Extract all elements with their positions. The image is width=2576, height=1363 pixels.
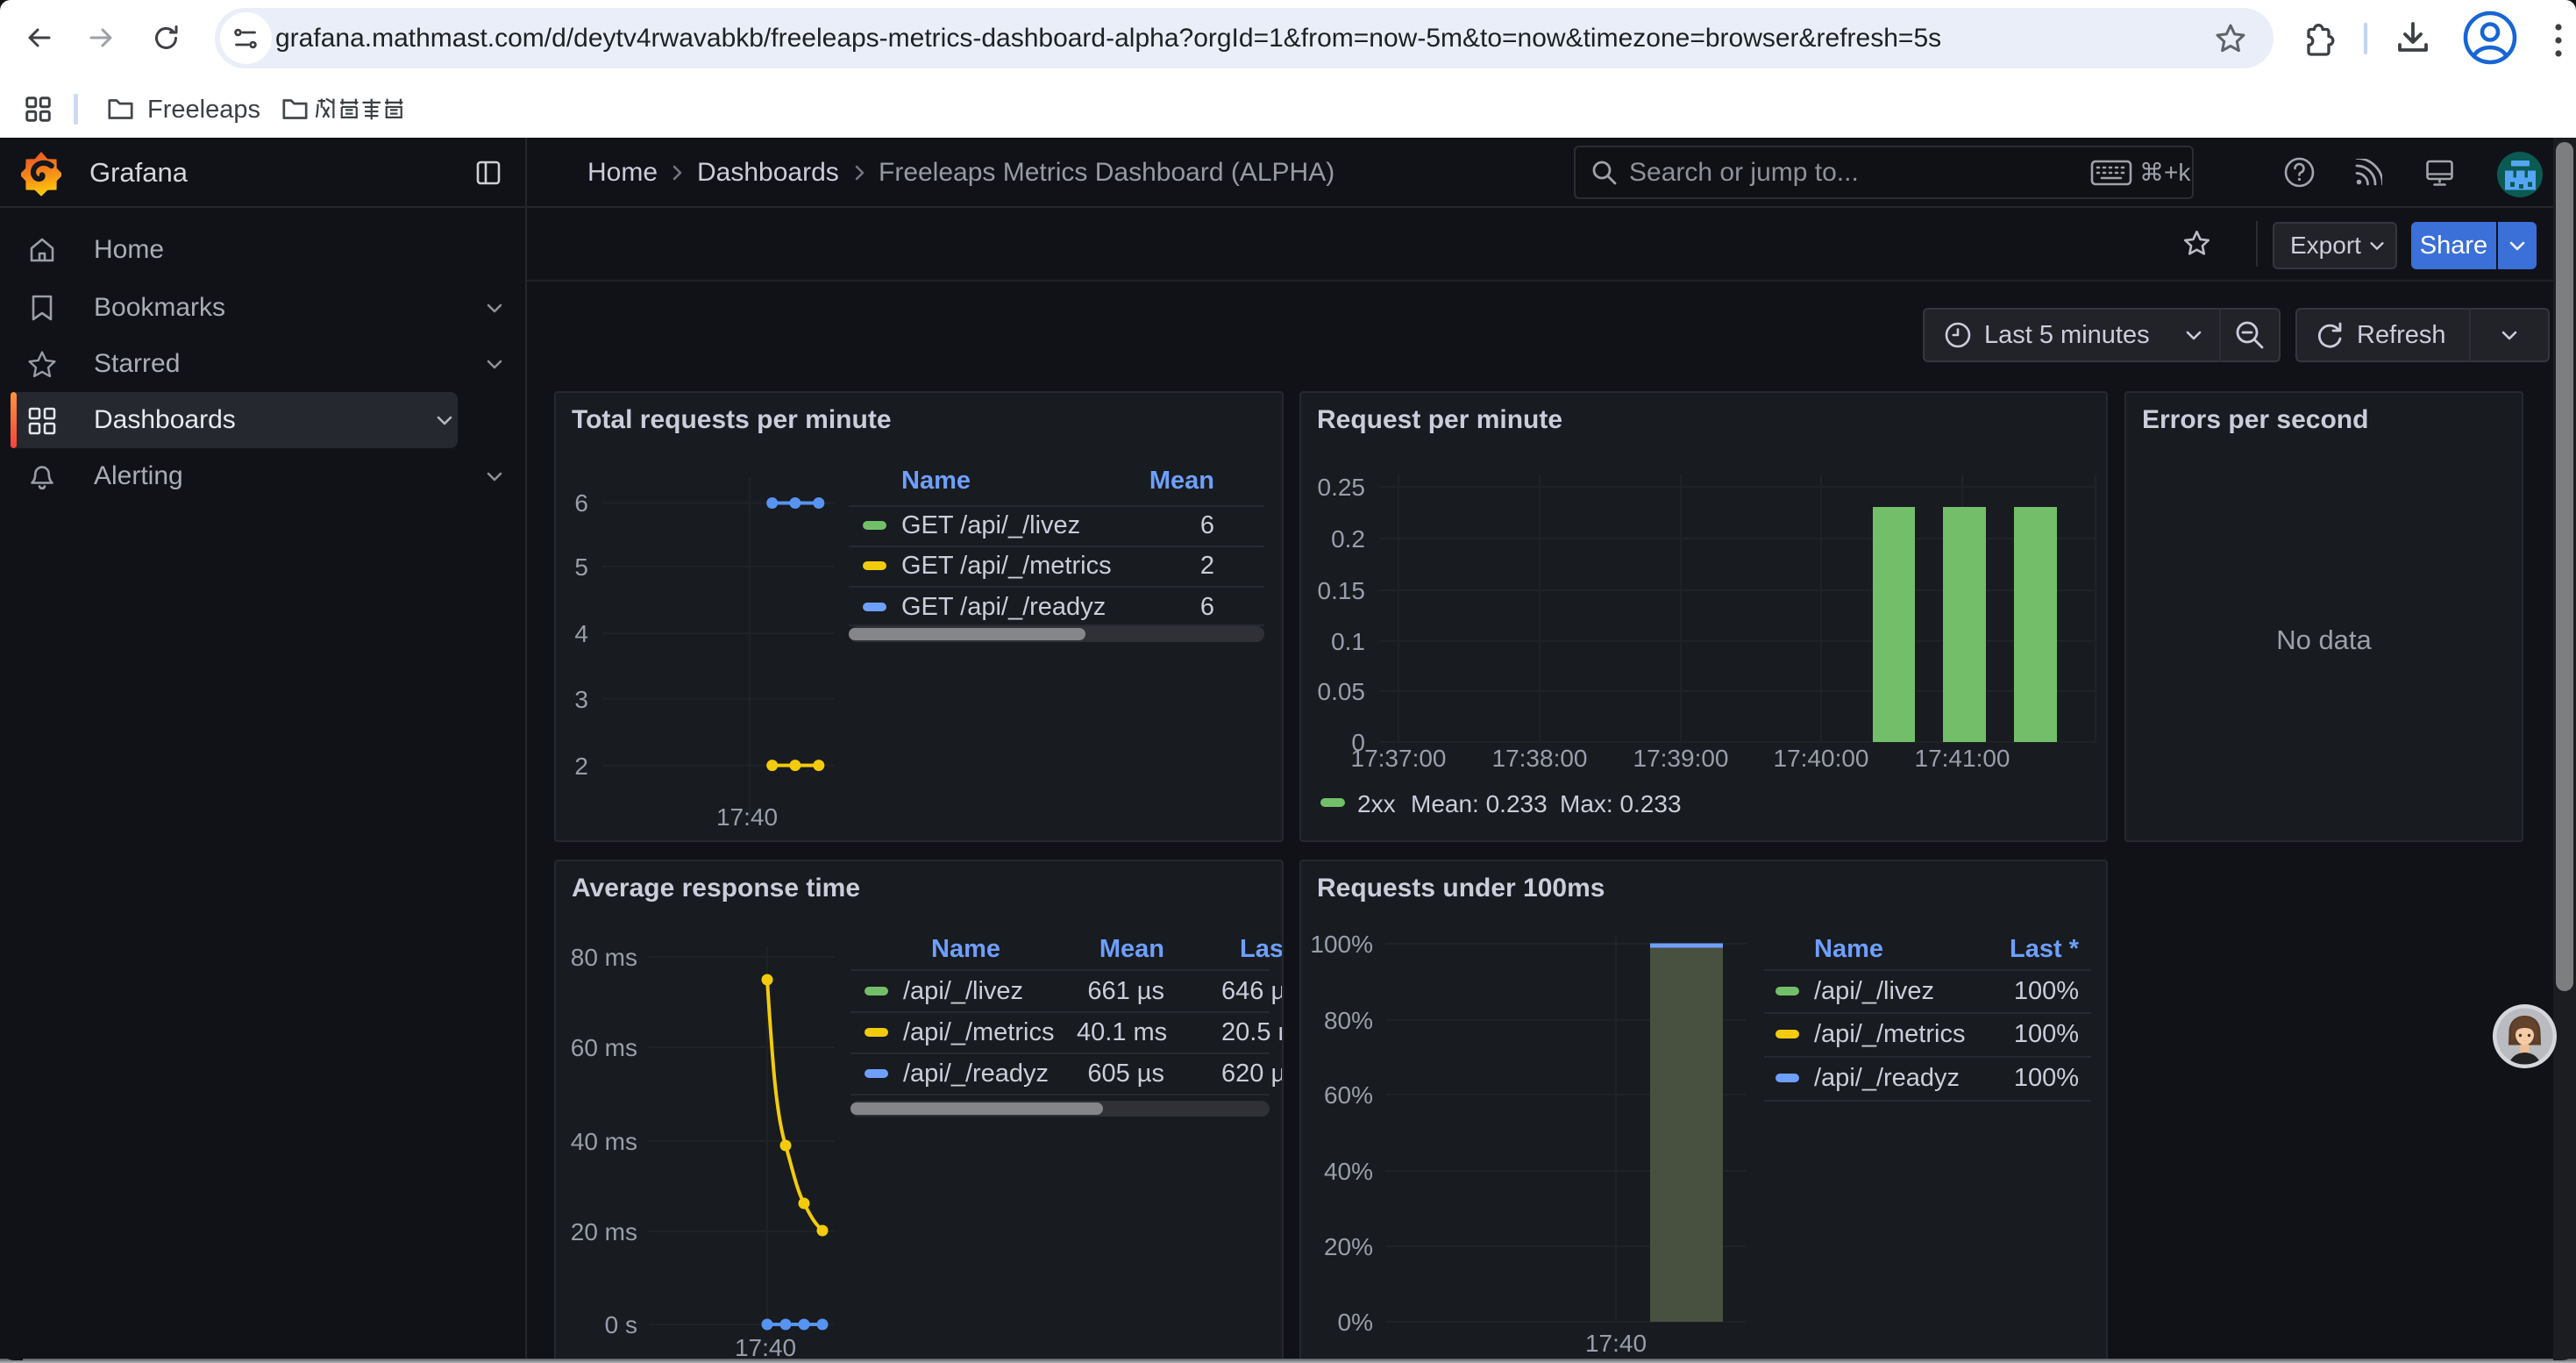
svg-text:17:39:00: 17:39:00	[1633, 745, 1729, 772]
svg-text:17:38:00: 17:38:00	[1492, 745, 1588, 772]
svg-text:2: 2	[574, 753, 588, 780]
svg-text:5: 5	[574, 553, 588, 581]
svg-text:0.05: 0.05	[1318, 678, 1366, 705]
svg-text:Mean: 0.233: Mean: 0.233	[1411, 790, 1548, 817]
svg-text:0.25: 0.25	[1318, 474, 1366, 501]
svg-text:17:40:00: 17:40:00	[1774, 745, 1869, 772]
svg-text:4: 4	[574, 620, 588, 647]
svg-text:0.2: 0.2	[1331, 525, 1365, 553]
svg-text:20 ms: 20 ms	[571, 1218, 637, 1245]
svg-text:0.1: 0.1	[1331, 628, 1365, 655]
svg-text:3: 3	[574, 686, 588, 713]
svg-text:20%: 20%	[1324, 1233, 1373, 1260]
svg-text:60 ms: 60 ms	[571, 1034, 637, 1061]
svg-text:40 ms: 40 ms	[571, 1128, 637, 1155]
svg-text:100%: 100%	[1310, 931, 1373, 958]
svg-text:0 s: 0 s	[605, 1311, 637, 1338]
svg-text:0%: 0%	[1338, 1309, 1373, 1336]
svg-text:80%: 80%	[1324, 1007, 1373, 1034]
svg-text:6: 6	[574, 489, 588, 517]
svg-text:17:40: 17:40	[1585, 1330, 1647, 1357]
svg-text:17:37:00: 17:37:00	[1351, 745, 1447, 772]
svg-text:80 ms: 80 ms	[571, 944, 637, 971]
svg-text:40%: 40%	[1324, 1158, 1373, 1185]
svg-text:0.15: 0.15	[1318, 577, 1366, 604]
svg-text:Max: 0.233: Max: 0.233	[1560, 790, 1682, 817]
svg-text:17:41:00: 17:41:00	[1915, 745, 2010, 772]
svg-text:17:40: 17:40	[735, 1334, 796, 1361]
svg-text:60%: 60%	[1324, 1081, 1373, 1109]
svg-text:17:40: 17:40	[716, 803, 778, 831]
svg-text:2xx: 2xx	[1357, 790, 1396, 817]
